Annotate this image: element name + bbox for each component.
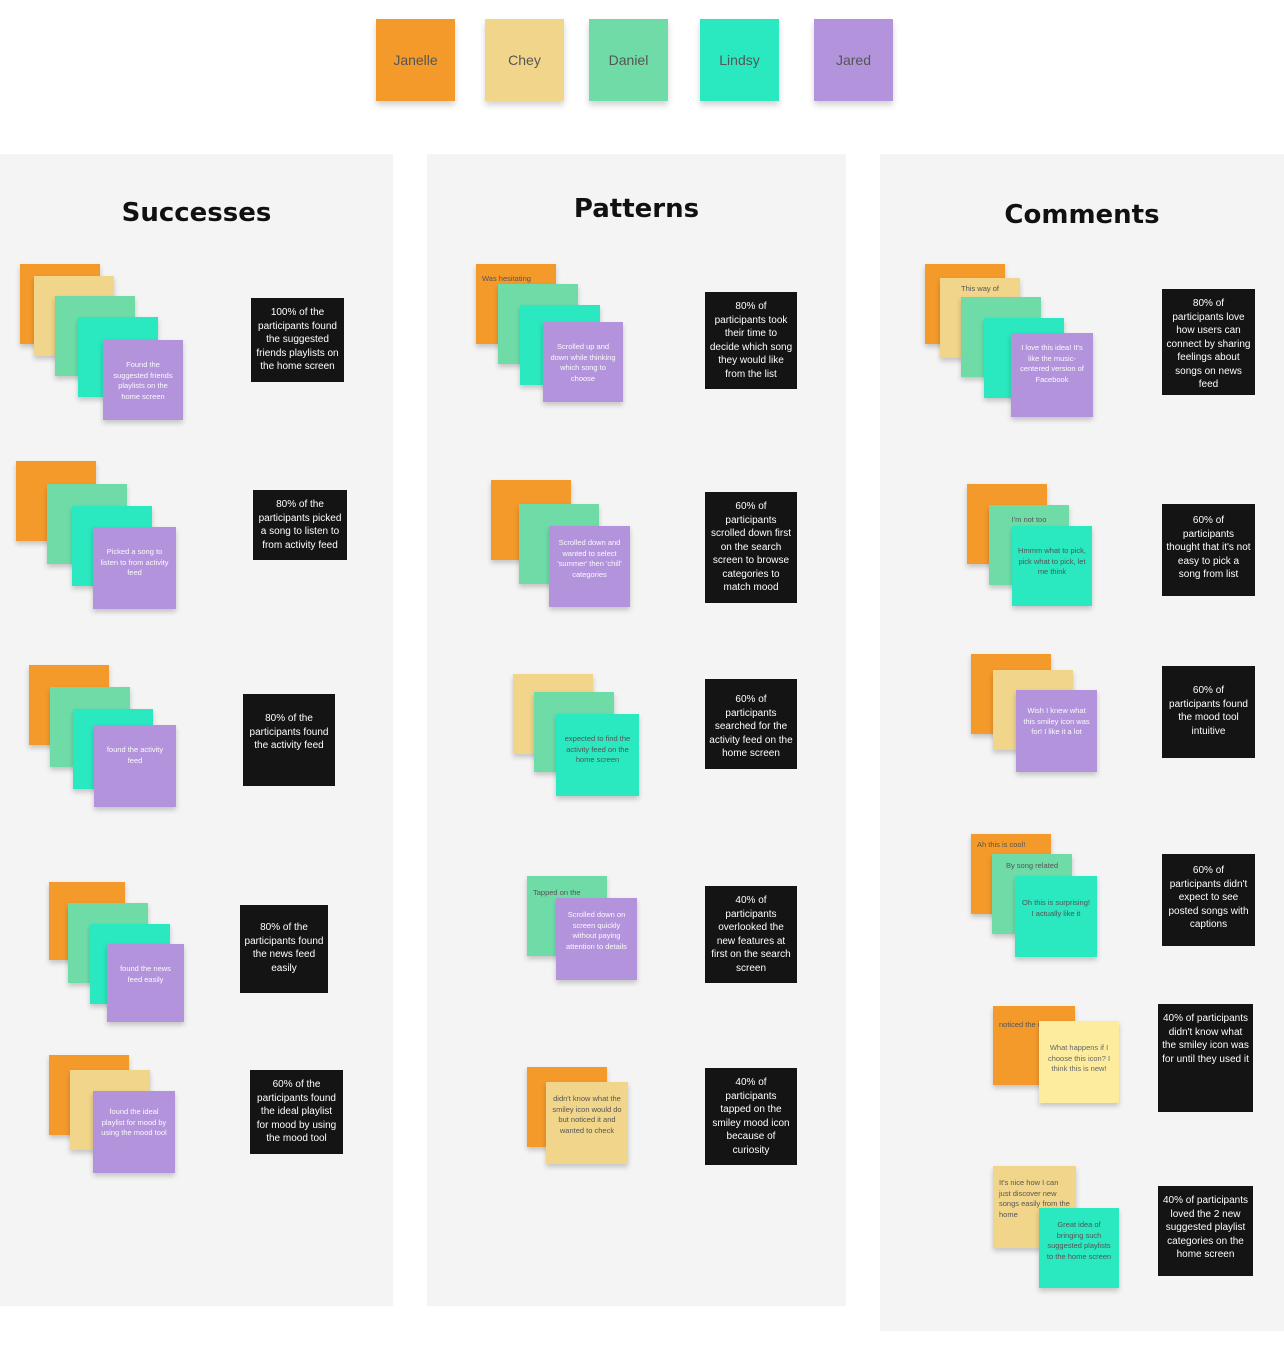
sticky-note-top[interactable]: Scrolled down and wanted to select 'summ…: [549, 526, 630, 607]
legend-note-lindsy[interactable]: Lindsy: [700, 19, 779, 101]
summary-note[interactable]: 80% of the participants found the activi…: [243, 694, 335, 786]
summary-note[interactable]: 40% of participants loved the 2 new sugg…: [1158, 1186, 1253, 1276]
patterns-column: Patterns Was hesitating Scrolled up and …: [427, 154, 846, 1306]
summary-note[interactable]: 60% of participants didn't expect to see…: [1162, 854, 1255, 946]
legend-note-jared[interactable]: Jared: [814, 19, 893, 101]
sticky-note-top[interactable]: found the ideal playlist for mood by usi…: [93, 1091, 175, 1173]
legend-note-janelle[interactable]: Janelle: [376, 19, 455, 101]
sticky-note-top[interactable]: Great idea of bringing such suggested pl…: [1039, 1208, 1119, 1288]
sticky-note-top[interactable]: Hmmm what to pick, pick what to pick, le…: [1012, 526, 1092, 606]
patterns-title: Patterns: [573, 194, 700, 224]
legend-note-daniel[interactable]: Daniel: [589, 19, 668, 101]
summary-note[interactable]: 40% of participants overlooked the new f…: [705, 886, 797, 983]
sticky-note-top[interactable]: found the news feed easily: [107, 944, 184, 1022]
summary-note[interactable]: 80% of participants love how users can c…: [1162, 289, 1255, 395]
summary-note[interactable]: 60% of participants thought that it's no…: [1162, 504, 1255, 596]
sticky-note-top[interactable]: Found the suggested friends playlists on…: [103, 340, 183, 420]
comments-column: Comments This way of I love this idea! I…: [880, 154, 1284, 1331]
summary-note[interactable]: 60% of participants found the mood tool …: [1162, 666, 1255, 758]
successes-title: Successes: [121, 198, 272, 228]
summary-note[interactable]: 60% of participants scrolled down first …: [705, 492, 797, 603]
sticky-note-top[interactable]: found the activity feed: [94, 725, 176, 807]
sticky-note-top[interactable]: Wish I knew what this smiley icon was fo…: [1016, 690, 1097, 772]
successes-column: Successes Found the suggested friends pl…: [0, 154, 393, 1306]
sticky-note-top[interactable]: didn't know what the smiley icon would d…: [546, 1082, 628, 1164]
summary-note[interactable]: 60% of participants searched for the act…: [705, 679, 797, 769]
summary-note[interactable]: 40% of participants didn't know what the…: [1158, 1004, 1253, 1112]
sticky-note-top[interactable]: Oh this is surprising! I actually like i…: [1015, 876, 1097, 957]
summary-note[interactable]: 60% of the participants found the ideal …: [250, 1070, 343, 1154]
summary-note[interactable]: 80% of the participants picked a song to…: [253, 490, 347, 560]
summary-note[interactable]: 100% of the participants found the sugge…: [251, 298, 344, 382]
legend-note-chey[interactable]: Chey: [485, 19, 564, 101]
summary-note[interactable]: 80% of the participants found the news f…: [240, 905, 328, 993]
sticky-note-top[interactable]: Scrolled up and down while thinking whic…: [543, 322, 623, 402]
comments-title: Comments: [1004, 200, 1160, 230]
sticky-note-top[interactable]: Scrolled down on screen quickly without …: [556, 898, 637, 980]
summary-note[interactable]: 40% of participants tapped on the smiley…: [705, 1068, 797, 1165]
summary-note[interactable]: 80% of participants took their time to d…: [705, 292, 797, 389]
sticky-note-top[interactable]: expected to find the activity feed on th…: [556, 714, 639, 796]
sticky-note-top[interactable]: I love this idea! It's like the music-ce…: [1011, 333, 1093, 417]
sticky-note-top[interactable]: What happens if I choose this icon? I th…: [1039, 1021, 1119, 1103]
sticky-note-top[interactable]: Picked a song to listen to from activity…: [93, 527, 176, 609]
